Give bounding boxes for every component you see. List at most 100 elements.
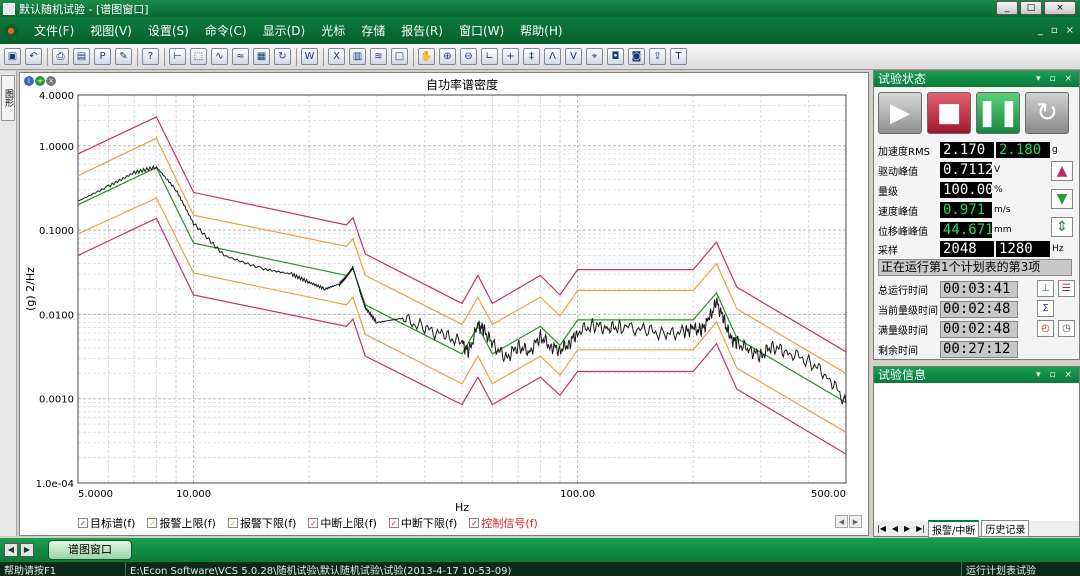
menu-display[interactable]: 显示(D) — [255, 22, 314, 39]
sum-icon[interactable]: Σ — [1037, 300, 1054, 317]
level-down-arrow-icon[interactable]: ▼ — [1051, 189, 1073, 209]
hand-icon[interactable]: ✋ — [418, 48, 435, 65]
valley-icon[interactable]: V — [565, 48, 582, 65]
marker-icon[interactable]: ⌖ — [586, 48, 603, 65]
legend-item[interactable]: ✓ 报警下限(f) — [227, 515, 296, 531]
zoom-area-icon[interactable]: ⬚ — [190, 48, 207, 65]
word-icon[interactable]: W — [301, 48, 318, 65]
save-icon[interactable]: ▣ — [4, 48, 21, 65]
info-panel-controls-icon[interactable]: ▾ ▫ × — [1036, 367, 1075, 383]
mdi-minimize-button[interactable]: _ — [1038, 25, 1043, 36]
cursor-icon[interactable]: ⊢ — [169, 48, 186, 65]
print-preview-icon[interactable]: ▤ — [73, 48, 90, 65]
level-reset-icon[interactable]: ⇕ — [1051, 217, 1073, 237]
excel-icon[interactable]: X — [328, 48, 345, 65]
zoom-in-icon[interactable]: ⊕ — [439, 48, 456, 65]
axis-icon[interactable]: ∟ — [481, 48, 498, 65]
text-icon[interactable]: T — [670, 48, 687, 65]
legend-checkbox[interactable]: ✓ — [227, 518, 238, 528]
velocity-unit: m/s — [994, 205, 1011, 215]
undo-icon[interactable]: ↶ — [25, 48, 42, 65]
double-cursor-icon[interactable]: ‡ — [523, 48, 540, 65]
app-icon — [3, 2, 15, 15]
tab-next-icon[interactable]: ▶ — [904, 524, 910, 533]
start-button[interactable]: ▶ — [878, 92, 922, 134]
refresh-icon[interactable]: ↻ — [274, 48, 291, 65]
annotate-remove-icon[interactable]: ◙ — [628, 48, 645, 65]
schedule-step-icon[interactable]: ⊥ — [1037, 280, 1054, 297]
legend-checkbox[interactable]: ✓ — [469, 518, 480, 528]
menu-window[interactable]: 窗口(W) — [451, 22, 512, 39]
tab-alarm-abort[interactable]: 报警/中断 — [928, 519, 980, 538]
menu-storage[interactable]: 存储 — [353, 22, 393, 39]
crosshair-icon[interactable]: + — [502, 48, 519, 65]
signal-icon[interactable]: ≈ — [232, 48, 249, 65]
clock-icon[interactable]: ◷ — [1058, 320, 1075, 337]
test-status-panel: 试验状态 ▾ ▫ × ▶ ■ ❚❚ ↻ 加速度RMS 2.170 2.180 g… — [873, 70, 1080, 360]
scroll-left-button[interactable]: ◀ — [835, 515, 848, 528]
schedule-list-icon[interactable]: ☰ — [1058, 280, 1075, 297]
scroll-right-button[interactable]: ▶ — [849, 515, 862, 528]
window-next-icon[interactable]: ▶ — [20, 543, 34, 557]
export-icon[interactable]: ⇪ — [649, 48, 666, 65]
menu-cursor[interactable]: 光标 — [313, 22, 353, 39]
spectrum-icon[interactable]: ≋ — [370, 48, 387, 65]
minimize-button[interactable]: _ — [996, 1, 1018, 15]
chart-add-icon[interactable]: + — [35, 76, 45, 86]
menu-report[interactable]: 报告(R) — [393, 22, 451, 39]
help-icon[interactable]: ? — [142, 48, 159, 65]
menu-file[interactable]: 文件(F) — [26, 22, 82, 39]
y-tick-label: 0.1000 — [39, 226, 74, 237]
mdi-restore-button[interactable]: ▫ — [1051, 25, 1058, 36]
y-axis-label: (g) 2/Hz — [24, 267, 37, 311]
psd-chart[interactable]: 自功率谱密度 5.0000 10.000 100.00 500.00 1.0e-04 0.0… — [20, 73, 868, 513]
wave-icon[interactable]: ∿ — [211, 48, 228, 65]
mdi-close-button[interactable]: × — [1066, 25, 1074, 36]
left-dock-strip: 图形 — [0, 71, 17, 536]
zoom-out-icon[interactable]: ⊖ — [460, 48, 477, 65]
legend-checkbox[interactable]: ✓ — [388, 518, 399, 528]
print-icon[interactable]: ⎙ — [52, 48, 69, 65]
level-up-arrow-icon[interactable]: ▲ — [1051, 161, 1073, 181]
tab-history[interactable]: 历史记录 — [981, 520, 1030, 537]
peak-icon[interactable]: Λ — [544, 48, 561, 65]
close-button[interactable]: × — [1044, 1, 1076, 15]
legend-item[interactable]: ✓ 控制信号(f) — [469, 515, 538, 531]
velocity-row: 速度峰值 0.971 m/s — [878, 201, 1011, 219]
reset-button[interactable]: ↻ — [1025, 92, 1069, 134]
tab-spectrum-window[interactable]: 谱图窗口 — [48, 540, 132, 560]
table-icon[interactable]: ▦ — [253, 48, 270, 65]
window-prev-icon[interactable]: ◀ — [4, 543, 18, 557]
legend-checkbox[interactable]: ✓ — [78, 518, 88, 528]
legend-item[interactable]: ✓ 报警上限(f) — [147, 515, 216, 531]
panel-controls-icon[interactable]: ▾ ▫ × — [1036, 71, 1075, 87]
menu-view[interactable]: 视图(V) — [82, 22, 140, 39]
maximize-button[interactable]: □ — [1020, 1, 1042, 15]
legend-item[interactable]: ✓ 中断下限(f) — [388, 515, 457, 531]
legend-checkbox[interactable]: ✓ — [308, 518, 319, 528]
tab-first-icon[interactable]: |◀ — [877, 524, 886, 533]
sample-unit: Hz — [1052, 244, 1064, 254]
timer-icon[interactable]: ◴ — [1037, 320, 1054, 337]
velocity-value: 0.971 — [940, 202, 992, 218]
toolbar-separator — [296, 47, 297, 66]
app-menu-icon[interactable] — [4, 23, 18, 38]
legend-checkbox[interactable]: ✓ — [147, 518, 158, 528]
side-tab-graph[interactable]: 图形 — [1, 75, 15, 121]
window-icon[interactable]: □ — [391, 48, 408, 65]
pause-button[interactable]: ❚❚ — [976, 92, 1020, 134]
layout-icon[interactable]: ▥ — [349, 48, 366, 65]
legend-item[interactable]: ✓ 目标谱(f) — [78, 515, 135, 531]
annotate-icon[interactable]: ◘ — [607, 48, 624, 65]
tool-icon[interactable]: ✎ — [115, 48, 132, 65]
menu-command[interactable]: 命令(C) — [197, 22, 255, 39]
chart-info-icon[interactable]: i — [24, 76, 34, 86]
chart-close-icon[interactable]: × — [46, 76, 56, 86]
tab-prev-icon[interactable]: ◀ — [892, 524, 898, 533]
menu-help[interactable]: 帮助(H) — [512, 22, 570, 39]
menu-settings[interactable]: 设置(S) — [140, 22, 197, 39]
stop-button[interactable]: ■ — [927, 92, 971, 134]
legend-item[interactable]: ✓ 中断上限(f) — [308, 515, 377, 531]
pdf-icon[interactable]: P — [94, 48, 111, 65]
tab-last-icon[interactable]: ▶| — [916, 524, 925, 533]
